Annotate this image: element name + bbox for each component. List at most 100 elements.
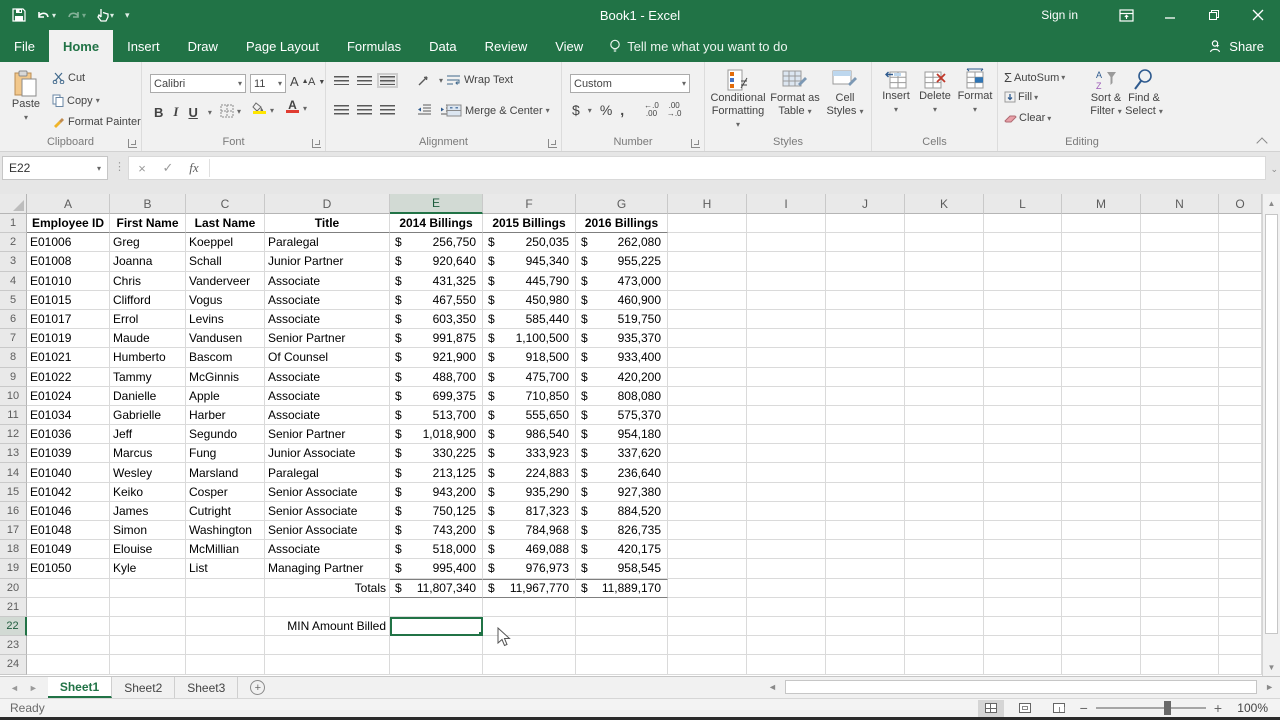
cell-B5[interactable]: Clifford — [110, 290, 186, 310]
cell-A1[interactable]: Employee ID — [27, 214, 110, 234]
row-header-8[interactable]: 8 — [0, 348, 27, 368]
cell-G2[interactable]: $262,080 — [576, 233, 668, 253]
cell-H22[interactable] — [668, 616, 747, 637]
cell-F2[interactable]: $250,035 — [483, 233, 576, 253]
cell-N3[interactable] — [1141, 252, 1219, 272]
column-header-H[interactable]: H — [668, 194, 747, 214]
cell-A2[interactable]: E01006 — [27, 233, 110, 253]
row-header-10[interactable]: 10 — [0, 386, 27, 406]
cell-B20[interactable] — [110, 578, 186, 598]
column-header-D[interactable]: D — [265, 194, 390, 214]
cell-C6[interactable]: Levins — [186, 309, 265, 330]
cell-E18[interactable]: $518,000 — [390, 540, 483, 560]
cell-O16[interactable] — [1219, 501, 1262, 521]
cell-I2[interactable] — [747, 233, 826, 253]
cell-O14[interactable] — [1219, 463, 1262, 483]
cell-N8[interactable] — [1141, 348, 1219, 368]
cell-G24[interactable] — [576, 655, 668, 675]
number-format-combo[interactable]: Custom ▾ — [570, 74, 690, 93]
column-header-L[interactable]: L — [984, 194, 1062, 214]
cell-J7[interactable] — [826, 329, 905, 349]
cell-K13[interactable] — [905, 444, 984, 464]
cell-N21[interactable] — [1141, 597, 1219, 617]
cell-D22[interactable]: MIN Amount Billed — [265, 616, 390, 637]
cell-A5[interactable]: E01015 — [27, 290, 110, 310]
cell-K5[interactable] — [905, 290, 984, 310]
alignment-dialog-launcher[interactable] — [548, 139, 557, 148]
cell-J21[interactable] — [826, 597, 905, 617]
formula-bar-expand-chevron[interactable]: ⌄ — [1270, 164, 1278, 175]
cell-F12[interactable]: $986,540 — [483, 425, 576, 445]
sheet-tab-sheet3[interactable]: Sheet3 — [175, 677, 239, 698]
cell-O13[interactable] — [1219, 444, 1262, 464]
cell-K10[interactable] — [905, 386, 984, 406]
cell-I15[interactable] — [747, 482, 826, 502]
cell-C23[interactable] — [186, 636, 265, 656]
cell-C12[interactable]: Segundo — [186, 425, 265, 445]
wrap-text-button[interactable]: Wrap Text — [446, 74, 513, 86]
row-header-16[interactable]: 16 — [0, 501, 27, 521]
cell-N2[interactable] — [1141, 233, 1219, 253]
cell-H12[interactable] — [668, 425, 747, 445]
cell-M2[interactable] — [1062, 233, 1141, 253]
cell-A11[interactable]: E01034 — [27, 405, 110, 426]
insert-cells-button[interactable]: Insert ▾ — [878, 68, 914, 116]
cell-H23[interactable] — [668, 636, 747, 656]
ribbon-tab-data[interactable]: Data — [415, 30, 470, 62]
cell-I20[interactable] — [747, 578, 826, 598]
cell-O7[interactable] — [1219, 329, 1262, 349]
cell-G10[interactable]: $808,080 — [576, 386, 668, 406]
cell-G20[interactable]: $11,889,170 — [576, 578, 668, 598]
cell-B8[interactable]: Humberto — [110, 348, 186, 368]
percent-style-button[interactable]: % — [600, 102, 612, 118]
cell-B14[interactable]: Wesley — [110, 463, 186, 483]
cell-G19[interactable]: $958,545 — [576, 559, 668, 579]
cell-A4[interactable]: E01010 — [27, 271, 110, 291]
cell-C14[interactable]: Marsland — [186, 463, 265, 483]
cell-O8[interactable] — [1219, 348, 1262, 368]
cell-L1[interactable] — [984, 214, 1062, 234]
customize-qat-caret[interactable]: ▾ — [121, 10, 134, 21]
cell-O23[interactable] — [1219, 636, 1262, 656]
cell-D11[interactable]: Associate — [265, 405, 390, 426]
ribbon-tab-review[interactable]: Review — [471, 30, 542, 62]
cell-B12[interactable]: Jeff — [110, 425, 186, 445]
cell-K16[interactable] — [905, 501, 984, 521]
cell-H7[interactable] — [668, 329, 747, 349]
grow-font-button[interactable]: A ▲ — [290, 74, 309, 89]
row-header-20[interactable]: 20 — [0, 578, 27, 598]
cell-D23[interactable] — [265, 636, 390, 656]
cell-D1[interactable]: Title — [265, 214, 390, 234]
format-painter-button[interactable]: Format Painter — [52, 116, 141, 128]
vertical-scrollbar[interactable]: ▲ ▼ — [1262, 194, 1280, 676]
cell-J18[interactable] — [826, 540, 905, 560]
cell-M16[interactable] — [1062, 501, 1141, 521]
sheet-nav-right-arrow[interactable]: ► — [29, 683, 38, 693]
row-header-22[interactable]: 22 — [0, 616, 27, 637]
cell-J20[interactable] — [826, 578, 905, 598]
cell-B7[interactable]: Maude — [110, 329, 186, 349]
cell-G22[interactable] — [576, 616, 668, 637]
cell-O15[interactable] — [1219, 482, 1262, 502]
number-dialog-launcher[interactable] — [691, 139, 700, 148]
cell-D20[interactable]: Totals — [265, 578, 390, 598]
cell-K19[interactable] — [905, 559, 984, 579]
cell-E10[interactable]: $699,375 — [390, 386, 483, 406]
cell-N6[interactable] — [1141, 309, 1219, 330]
scroll-down-arrow[interactable]: ▼ — [1263, 658, 1280, 676]
underline-caret[interactable]: ▾ — [208, 108, 212, 117]
cell-N18[interactable] — [1141, 540, 1219, 560]
cell-E19[interactable]: $995,400 — [390, 559, 483, 579]
cell-D10[interactable]: Associate — [265, 386, 390, 406]
cell-L14[interactable] — [984, 463, 1062, 483]
cell-A14[interactable]: E01040 — [27, 463, 110, 483]
format-cells-button[interactable]: Format ▾ — [956, 68, 994, 116]
cell-K21[interactable] — [905, 597, 984, 617]
cell-O4[interactable] — [1219, 271, 1262, 291]
cell-F4[interactable]: $445,790 — [483, 271, 576, 291]
cell-N4[interactable] — [1141, 271, 1219, 291]
cell-E8[interactable]: $921,900 — [390, 348, 483, 368]
cell-I6[interactable] — [747, 309, 826, 330]
cell-G11[interactable]: $575,370 — [576, 405, 668, 426]
hscroll-left-arrow[interactable]: ◄ — [762, 682, 783, 692]
